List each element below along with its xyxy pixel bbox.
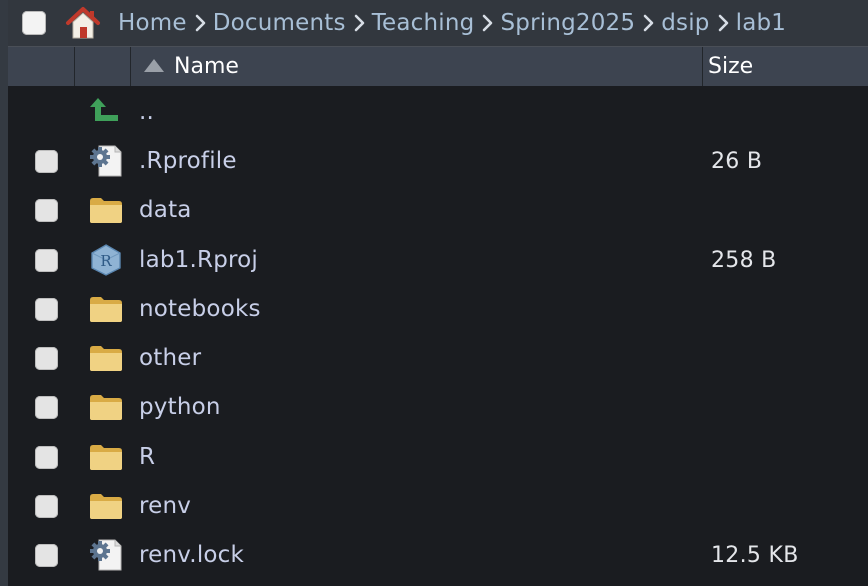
breadcrumb-item[interactable]: dsip: [661, 10, 709, 36]
files-pane: Home Documents Teaching Spring2025 dsip lab1 …: [0, 0, 868, 586]
row-checkbox[interactable]: [35, 445, 58, 469]
row-checkbox[interactable]: [35, 347, 58, 371]
settings-file-icon: [88, 539, 124, 571]
file-row[interactable]: renv: [8, 481, 868, 530]
row-checkbox[interactable]: [35, 150, 58, 173]
row-checkbox[interactable]: [35, 396, 58, 420]
breadcrumb-bar: Home Documents Teaching Spring2025 dsip lab1: [8, 0, 868, 47]
size-column-header[interactable]: Size: [708, 47, 753, 86]
file-row[interactable]: python: [8, 382, 868, 431]
breadcrumb: Home Documents Teaching Spring2025 dsip lab1: [118, 0, 786, 46]
settings-file-icon: [88, 145, 124, 177]
folder-icon: [88, 490, 124, 522]
row-checkbox[interactable]: [35, 495, 58, 519]
row-checkbox[interactable]: [35, 248, 58, 272]
column-header: Name Size: [8, 47, 868, 86]
folder-icon: [88, 441, 124, 473]
breadcrumb-item[interactable]: Teaching: [372, 10, 475, 36]
file-list: .. .Rprofile 26 B data Rlab1.Rproj 258 B note…: [8, 87, 868, 580]
select-all-checkbox[interactable]: [22, 11, 46, 35]
row-checkbox[interactable]: [35, 297, 58, 321]
breadcrumb-item[interactable]: lab1: [736, 10, 787, 36]
file-size: 258 B: [711, 247, 777, 273]
file-name-link[interactable]: renv.lock: [139, 530, 244, 581]
file-name-link[interactable]: lab1.Rproj: [139, 235, 258, 286]
home-icon[interactable]: [64, 5, 102, 41]
file-name-link[interactable]: other: [139, 333, 201, 384]
header-divider: [702, 47, 703, 86]
r-project-icon: R: [88, 243, 124, 276]
folder-icon: [88, 342, 124, 374]
chevron-right-icon: [346, 0, 372, 46]
folder-icon: [88, 194, 124, 226]
up-arrow-icon: [90, 98, 118, 121]
folder-icon: [88, 391, 124, 423]
folder-icon: [88, 293, 124, 325]
row-checkbox[interactable]: [35, 199, 58, 223]
name-column-header[interactable]: Name: [174, 47, 239, 86]
svg-text:R: R: [100, 252, 112, 270]
sort-ascending-icon[interactable]: [144, 59, 164, 72]
file-row[interactable]: notebooks: [8, 284, 868, 333]
file-name-link[interactable]: notebooks: [139, 284, 261, 335]
chevron-right-icon: [474, 0, 500, 46]
file-size: 12.5 KB: [711, 543, 799, 569]
header-divider: [74, 47, 75, 86]
row-checkbox[interactable]: [35, 544, 58, 568]
file-name-link[interactable]: .Rprofile: [139, 136, 237, 187]
file-size: 26 B: [711, 149, 763, 174]
file-row[interactable]: Rlab1.Rproj 258 B: [8, 235, 868, 284]
parent-directory-link[interactable]: ..: [139, 87, 154, 138]
header-divider: [130, 47, 131, 86]
chevron-right-icon: [710, 0, 736, 46]
breadcrumb-item[interactable]: Spring2025: [500, 10, 635, 36]
file-name-link[interactable]: renv: [139, 481, 191, 532]
file-name-link[interactable]: data: [139, 185, 192, 236]
parent-directory-row[interactable]: ..: [8, 87, 868, 136]
breadcrumb-item[interactable]: Home: [118, 10, 187, 36]
file-row[interactable]: other: [8, 333, 868, 382]
file-name-link[interactable]: python: [139, 382, 221, 433]
file-row[interactable]: data: [8, 185, 868, 234]
file-row[interactable]: .Rprofile 26 B: [8, 136, 868, 185]
chevron-right-icon: [187, 0, 213, 46]
file-row[interactable]: renv.lock 12.5 KB: [8, 530, 868, 579]
breadcrumb-item[interactable]: Documents: [213, 10, 346, 36]
file-row[interactable]: R: [8, 432, 868, 481]
file-name-link[interactable]: R: [139, 432, 155, 483]
chevron-right-icon: [635, 0, 661, 46]
